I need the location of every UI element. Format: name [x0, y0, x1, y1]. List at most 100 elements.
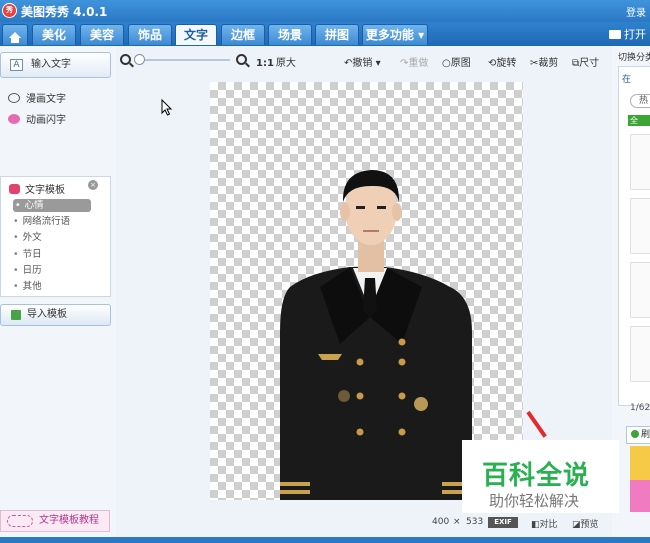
heart-icon — [9, 184, 20, 194]
refresh-icon — [631, 430, 639, 438]
category-item-holiday[interactable]: 节日 — [13, 248, 42, 261]
login-link[interactable]: 登录 — [626, 4, 646, 19]
left-panel: A 输入文字 漫画文字 动画闪字 文字模板 × 心情 网络流行语 外文 节日 日… — [0, 46, 116, 543]
template-thumbnail[interactable] — [630, 262, 650, 318]
all-filter-tag[interactable]: 全 — [628, 115, 650, 126]
crop-button[interactable]: ✂裁剪 — [530, 54, 558, 69]
animated-text-link[interactable]: 动画闪字 — [8, 111, 66, 126]
page-indicator: 1/62 — [630, 403, 650, 413]
watermark-subtitle: 助你轻松解决 — [489, 492, 580, 510]
zoom-slider-knob[interactable] — [134, 54, 145, 65]
tutorial-label: 文字模板教程 — [39, 515, 99, 526]
category-item-other[interactable]: 其他 — [13, 280, 42, 293]
original-size-button[interactable]: 1:1 原大 — [256, 54, 296, 69]
template-header-label: 文字模板 — [25, 185, 65, 196]
portrait-photo[interactable] — [210, 82, 523, 500]
input-text-label: 输入文字 — [31, 59, 71, 70]
text-a-icon: A — [10, 59, 23, 71]
tab-beauty[interactable]: 美容 — [80, 24, 124, 45]
tutorial-wing-icon — [7, 515, 33, 527]
open-label: 打开 — [624, 28, 646, 41]
compare-icon: ◧ — [531, 520, 540, 530]
animated-text-label: 动画闪字 — [26, 115, 66, 126]
tab-scene[interactable]: 场景 — [268, 24, 312, 45]
tab-accessories[interactable]: 饰品 — [128, 24, 172, 45]
image-width: 400 — [432, 517, 450, 527]
category-item-mood[interactable]: 心情 — [13, 199, 91, 212]
mouse-cursor-icon — [161, 99, 173, 116]
watermark-title: 百科全说 — [482, 461, 591, 491]
comic-bubble-icon — [8, 93, 20, 103]
input-text-button[interactable]: A 输入文字 — [0, 52, 111, 78]
refresh-label: 刷 — [641, 430, 650, 440]
redo-label: 重做 — [408, 58, 429, 69]
ad-banner-yellow[interactable] — [630, 446, 650, 480]
compare-label: 对比 — [539, 520, 558, 530]
preview-label: 预览 — [580, 520, 599, 530]
undo-dropdown-icon[interactable]: ▾ — [376, 58, 381, 69]
template-thumbnail[interactable] — [630, 198, 650, 254]
home-icon — [9, 32, 21, 43]
template-thumbnail[interactable] — [630, 326, 650, 382]
preview-button[interactable]: ◪预览 — [572, 517, 599, 530]
import-template-label: 导入模板 — [27, 309, 67, 320]
resize-label: 尺寸 — [579, 58, 600, 69]
comic-text-link[interactable]: 漫画文字 — [8, 90, 66, 105]
image-height: 533 — [466, 517, 484, 527]
tab-home[interactable] — [2, 24, 28, 45]
template-header[interactable]: 文字模板 — [9, 181, 65, 196]
title-bar: 秀 美图秀秀 4.0.1 登录 — [0, 0, 650, 22]
category-item-foreign[interactable]: 外文 — [13, 231, 42, 244]
collapse-icon[interactable]: × — [88, 180, 98, 190]
tab-collage[interactable]: 拼图 — [315, 24, 359, 45]
hot-filter-pill[interactable]: 热 — [630, 94, 650, 108]
app-title: 美图秀秀 4.0.1 — [21, 5, 108, 19]
resize-button[interactable]: ⧉尺寸 — [572, 54, 599, 69]
category-item-internet-slang[interactable]: 网络流行语 — [13, 215, 71, 228]
original-size-label: 原大 — [275, 58, 296, 69]
app-logo-icon: 秀 — [2, 3, 17, 18]
dimension-separator: × — [453, 517, 461, 527]
zoom-ratio-label: 1:1 — [256, 58, 274, 69]
original-image-label: 原图 — [450, 58, 471, 69]
more-features-label: 更多功能 — [365, 28, 414, 42]
canvas-toolbar: 1:1 原大 ↶撤销 ▾ ↷重做 ○原图 ⟲旋转 ✂裁剪 ⧉尺寸 — [116, 46, 612, 74]
switch-category-label: 切换分类 — [618, 53, 650, 63]
zoom-in-icon[interactable] — [236, 54, 247, 65]
officer-portrait-image — [280, 170, 472, 500]
text-template-tutorial-link[interactable]: 文字模板教程 — [0, 510, 110, 532]
import-icon — [11, 310, 21, 320]
rotate-label: 旋转 — [496, 58, 517, 69]
undo-label: 撤销 — [352, 58, 373, 69]
undo-button[interactable]: ↶撤销 ▾ — [344, 54, 381, 69]
sparkle-heart-icon — [8, 114, 20, 124]
folder-icon — [609, 30, 621, 39]
crop-label: 裁剪 — [538, 58, 559, 69]
ad-banner-pink[interactable] — [630, 480, 650, 512]
site-watermark: 百科全说 助你轻松解决 — [462, 440, 619, 513]
original-image-button[interactable]: ○原图 — [442, 54, 471, 69]
material-tab[interactable]: 在 — [622, 72, 631, 85]
compare-button[interactable]: ◧对比 — [531, 517, 558, 530]
main-nav-bar: 美化 美容 饰品 文字 边框 场景 拼图 更多功能 ▾ 打开 — [0, 22, 650, 46]
rotate-button[interactable]: ⟲旋转 — [488, 54, 516, 69]
tab-more-features[interactable]: 更多功能 ▾ — [362, 24, 428, 45]
preview-icon: ◪ — [572, 520, 581, 530]
zoom-slider[interactable] — [138, 59, 230, 61]
template-thumbnail[interactable] — [630, 134, 650, 190]
text-template-panel: 文字模板 × 心情 网络流行语 外文 节日 日历 其他 — [0, 176, 111, 297]
comic-text-label: 漫画文字 — [26, 94, 66, 105]
zoom-out-icon[interactable] — [120, 54, 131, 65]
category-item-calendar[interactable]: 日历 — [13, 264, 42, 277]
tab-border[interactable]: 边框 — [221, 24, 265, 45]
tab-text[interactable]: 文字 — [175, 24, 217, 45]
dropdown-arrow-icon: ▾ — [418, 28, 425, 42]
refresh-button[interactable]: 刷 — [626, 426, 650, 444]
original-image-icon: ○ — [442, 58, 451, 69]
open-button[interactable]: 打开 — [609, 26, 646, 42]
import-template-button[interactable]: 导入模板 — [0, 304, 111, 326]
exif-button[interactable]: EXIF — [488, 517, 518, 528]
tab-beautify[interactable]: 美化 — [32, 24, 76, 45]
bottom-status-strip — [0, 537, 650, 543]
redo-button[interactable]: ↷重做 — [400, 54, 428, 69]
